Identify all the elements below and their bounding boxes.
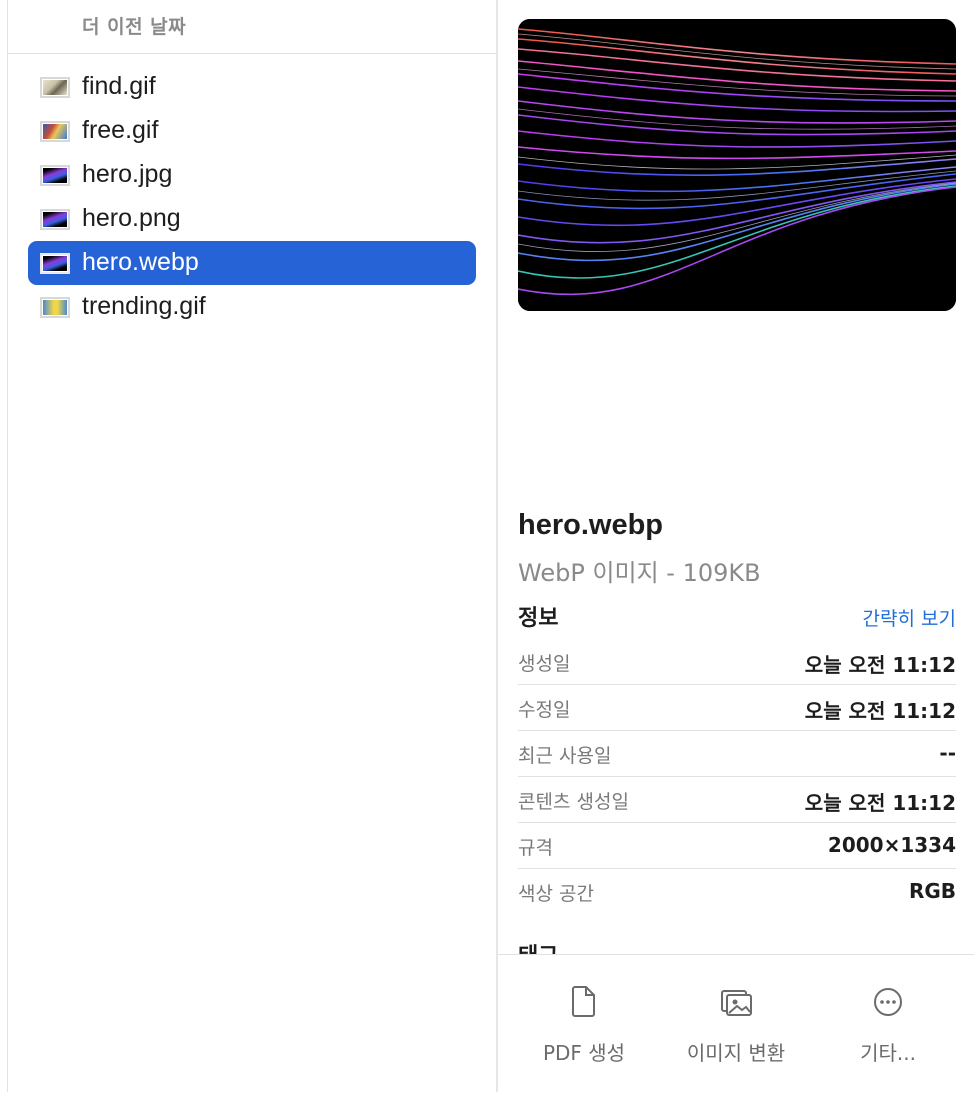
action-label: PDF 생성 <box>542 1041 626 1065</box>
file-row-hero-jpg[interactable]: hero.jpg <box>28 153 476 197</box>
image-thumbnail-icon <box>40 209 70 230</box>
gif-thumbnail-icon <box>40 77 70 98</box>
info-row-created: 생성일 오늘 오전 11:12 <box>518 639 956 685</box>
file-list-pane: 더 이전 날짜 find.gif free.gif hero.jpg hero.… <box>8 0 496 1092</box>
date-group-header: 더 이전 날짜 <box>8 0 496 54</box>
info-row-color-space: 색상 공간 RGB <box>518 869 956 914</box>
preview-kind-size: WebP 이미지 - 109KB <box>518 559 761 587</box>
info-row-content-created: 콘텐츠 생성일 오늘 오전 11:12 <box>518 777 956 823</box>
pane-divider[interactable] <box>496 0 498 1092</box>
image-thumbnail-icon <box>40 165 70 186</box>
info-label: 수정일 <box>518 699 571 721</box>
show-less-link[interactable]: 간략히 보기 <box>863 604 956 631</box>
info-label: 콘텐츠 생성일 <box>518 791 629 813</box>
info-label: 색상 공간 <box>518 883 594 905</box>
file-name: hero.png <box>82 204 181 232</box>
quick-actions-bar: PDF 생성 이미지 변환 기타... <box>498 954 974 1093</box>
info-row-modified: 수정일 오늘 오전 11:12 <box>518 685 956 731</box>
convert-image-button[interactable]: 이미지 변환 <box>661 983 811 1066</box>
create-pdf-button[interactable]: PDF 생성 <box>509 983 659 1066</box>
info-value: RGB <box>908 879 956 903</box>
more-actions-button[interactable]: 기타... <box>813 983 963 1066</box>
file-name: hero.webp <box>82 248 199 276</box>
action-label: 이미지 변환 <box>686 1041 786 1065</box>
file-name: find.gif <box>82 72 156 100</box>
gif-thumbnail-icon <box>40 121 70 142</box>
file-row-hero-webp[interactable]: hero.webp <box>28 241 476 285</box>
preview-image <box>518 19 956 311</box>
tags-section-title: 태그 <box>518 934 956 954</box>
document-icon <box>572 986 595 1017</box>
group-header-label: 더 이전 날짜 <box>82 16 187 38</box>
info-value: 오늘 오전 11:12 <box>804 653 956 677</box>
action-label: 기타... <box>860 1041 916 1065</box>
more-icon <box>874 988 902 1016</box>
image-thumbnail-icon <box>40 253 70 274</box>
file-name: free.gif <box>82 116 159 144</box>
file-row-hero-png[interactable]: hero.png <box>28 197 476 241</box>
file-row-trending-gif[interactable]: trending.gif <box>28 285 476 329</box>
info-value: -- <box>939 741 956 765</box>
info-row-dimensions: 규격 2000×1334 <box>518 823 956 869</box>
info-value: 오늘 오전 11:12 <box>804 699 956 723</box>
image-preview <box>518 19 956 311</box>
file-name: hero.jpg <box>82 160 173 188</box>
photos-icon <box>721 990 752 1016</box>
file-name: trending.gif <box>82 292 206 320</box>
tags-title-partial: 태그 <box>518 938 558 954</box>
info-section-title: 정보 <box>518 606 559 631</box>
info-row-last-opened: 최근 사용일 -- <box>518 731 956 777</box>
preview-filename: hero.webp <box>518 509 664 541</box>
info-value: 오늘 오전 11:12 <box>804 791 956 815</box>
file-row-find-gif[interactable]: find.gif <box>28 65 476 109</box>
info-value: 2000×1334 <box>827 833 956 857</box>
file-row-free-gif[interactable]: free.gif <box>28 109 476 153</box>
info-label: 생성일 <box>518 653 571 675</box>
info-rows: 생성일 오늘 오전 11:12 수정일 오늘 오전 11:12 최근 사용일 -… <box>518 639 956 914</box>
gif-thumbnail-icon <box>40 297 70 318</box>
file-list: find.gif free.gif hero.jpg hero.png hero… <box>28 65 476 329</box>
info-label: 규격 <box>518 837 553 859</box>
info-label: 최근 사용일 <box>518 745 612 767</box>
